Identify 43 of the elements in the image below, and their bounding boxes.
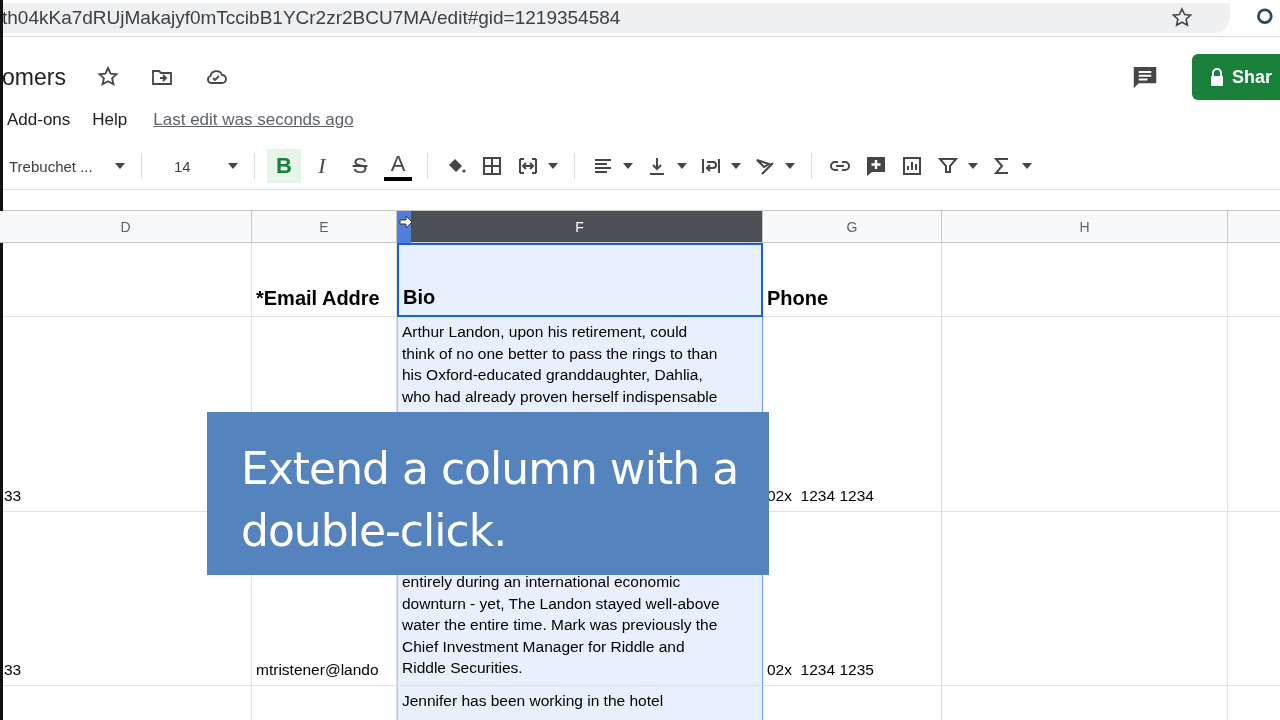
caret-icon[interactable] <box>548 163 558 169</box>
caret-icon[interactable] <box>968 163 978 169</box>
star-icon[interactable] <box>1170 6 1194 30</box>
caret-icon[interactable] <box>623 163 633 169</box>
menu-item[interactable]: Help <box>92 110 128 130</box>
document-title[interactable]: omers <box>0 63 82 91</box>
cell-text: 33 <box>4 487 22 505</box>
strike-button[interactable]: S <box>343 149 377 183</box>
caret-icon[interactable] <box>785 163 795 169</box>
caret-icon[interactable] <box>677 163 687 169</box>
font-size-dropdown[interactable]: 14 <box>174 157 226 175</box>
italic-button[interactable]: I <box>305 149 339 183</box>
cell-text: 02x 1234 1235 <box>767 661 874 679</box>
caret-icon[interactable] <box>228 163 238 169</box>
cell-text: 33 <box>4 661 22 679</box>
cell-text: Arthur Landon, upon his retirement, could think of no one better to pass the rings to than his Oxford-educated granddaughter, Dahlia, who had already proven herself indispensable <box>402 322 718 407</box>
column-header[interactable]: G <box>763 211 942 243</box>
menu-item[interactable]: Add-ons <box>7 110 71 130</box>
caret-icon[interactable] <box>1022 163 1032 169</box>
cell-text: mtristener@lando <box>256 661 379 679</box>
last-edit-link[interactable]: Last edit was seconds ago <box>153 110 354 130</box>
column-header[interactable]: D <box>0 211 252 243</box>
star-icon[interactable] <box>96 65 120 89</box>
caret-icon[interactable] <box>731 163 741 169</box>
caption-text: Extend a column with a double-click. <box>241 443 739 556</box>
column-header[interactable]: F <box>397 211 763 243</box>
lock-icon <box>1210 68 1224 86</box>
resize-handle[interactable] <box>397 211 411 243</box>
column-heading: *Email Addre <box>256 287 380 310</box>
column-header[interactable]: E <box>252 211 397 243</box>
column-heading: Phone <box>767 287 829 310</box>
color-button[interactable]: A <box>384 151 412 181</box>
chart-icon[interactable] <box>900 154 924 178</box>
borders-icon[interactable] <box>480 154 504 178</box>
bold-button[interactable]: B <box>267 149 301 183</box>
share-button[interactable]: Shar <box>1192 54 1280 100</box>
cell-text: Jennifer has been working in the hotel <box>402 691 664 711</box>
cell-text: entirely during an international economic downturn - yet, The Landon stayed well-above water the entire time. Mark was previously the Chief Investment Manager for Riddle and Riddle Securities. <box>402 572 720 679</box>
caret-icon[interactable] <box>115 163 125 169</box>
column-heading: Bio <box>403 286 436 309</box>
add-comment-icon[interactable] <box>864 154 888 178</box>
font-dropdown[interactable]: Trebuchet ... <box>9 157 113 175</box>
column-header[interactable]: H <box>942 211 1228 243</box>
